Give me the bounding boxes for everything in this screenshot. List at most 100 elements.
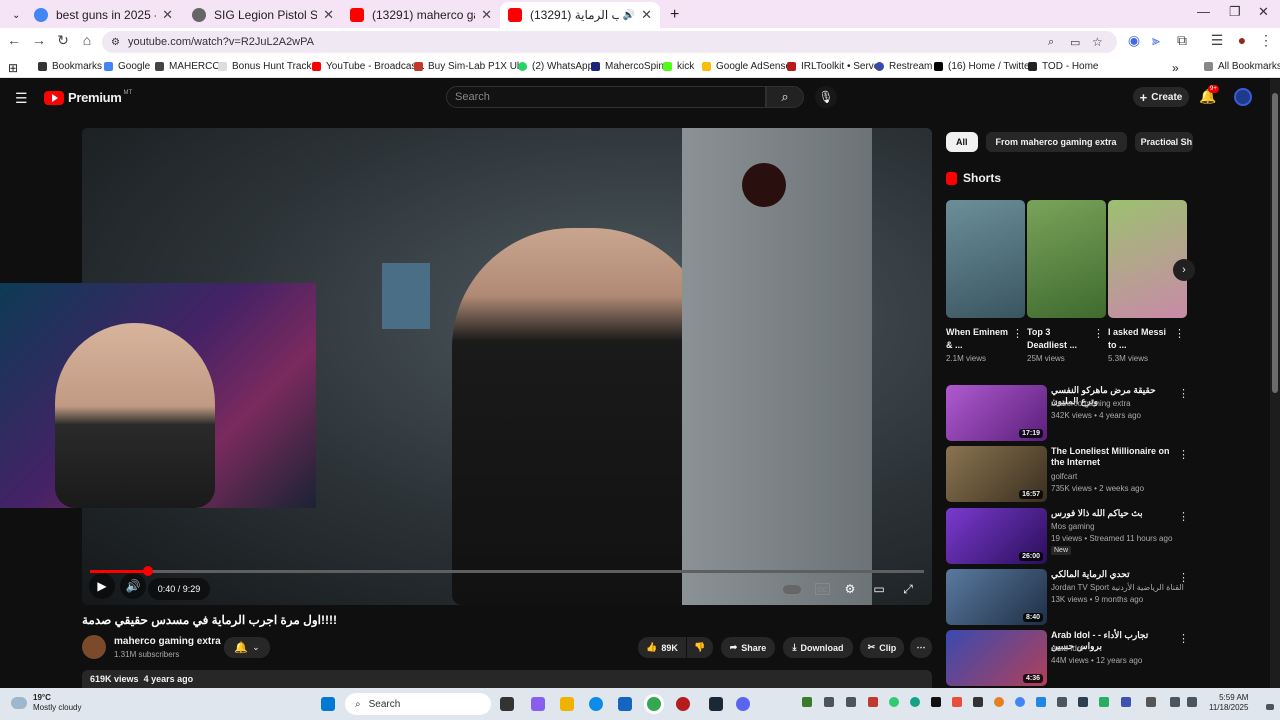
bookmark-item[interactable]: TOD - Home (1028, 61, 1099, 72)
tray-app-icon[interactable] (1057, 697, 1067, 707)
more-vertical-icon[interactable]: ⋮ (1174, 327, 1185, 340)
weather-widget[interactable]: 19°C Mostly cloudy (11, 693, 81, 713)
short-card[interactable]: When Eminem & ... 2.1M views ⋮ (946, 200, 1025, 363)
site-info-icon[interactable]: ⚙ (111, 37, 120, 48)
bookmark-item[interactable]: (2) WhatsApp (518, 61, 593, 72)
language-icon[interactable] (1146, 697, 1156, 707)
more-vertical-icon[interactable]: ⋮ (1178, 387, 1189, 400)
extension-icon[interactable]: ◉ (1124, 32, 1144, 49)
bookmark-item[interactable]: Google (104, 61, 150, 72)
tab-1[interactable]: best guns in 2025 - Google ✕ (26, 2, 181, 28)
bookmark-item[interactable]: (16) Home / Twitter (934, 61, 1033, 72)
short-title[interactable]: I asked Messi to ... (1108, 326, 1172, 352)
mute-button[interactable]: 🔊 (120, 573, 146, 599)
youtube-logo[interactable]: Premium MT (44, 90, 132, 105)
menu-icon[interactable]: ⋮ (1256, 32, 1276, 49)
obs-icon[interactable] (676, 697, 690, 711)
windows-start-icon[interactable] (321, 697, 335, 711)
bookmark-item[interactable]: Google AdSense (702, 61, 791, 72)
steam-icon[interactable] (709, 697, 723, 711)
close-icon[interactable]: ✕ (481, 7, 492, 23)
progress-bar[interactable] (90, 566, 924, 576)
more-actions-button[interactable]: ⋯ (910, 637, 932, 658)
bookmark-item[interactable]: Restream (875, 61, 932, 72)
volume-icon[interactable] (1187, 697, 1197, 707)
video-title[interactable]: The Loneliest Millionaire on the Interne… (1051, 446, 1173, 468)
like-button[interactable]: 👍 89K (638, 637, 686, 658)
all-bookmarks[interactable]: All Bookmarks (1204, 61, 1280, 72)
tray-app-icon[interactable] (952, 697, 962, 707)
profile-icon[interactable]: ● (1232, 32, 1252, 48)
play-button[interactable]: ▶ (89, 573, 115, 599)
tray-app-icon[interactable] (1099, 697, 1109, 707)
bookmark-item[interactable]: MahercoSpin (591, 61, 664, 72)
scrollbar-thumb[interactable] (1272, 93, 1278, 393)
more-vertical-icon[interactable]: ⋮ (1178, 571, 1189, 584)
bookmark-item[interactable]: Bookmarks (38, 61, 102, 72)
account-avatar[interactable] (1234, 88, 1252, 106)
search-input[interactable]: Search (446, 86, 766, 108)
more-vertical-icon[interactable]: ⋮ (1012, 327, 1023, 340)
discord-icon[interactable] (736, 697, 750, 711)
tray-app-icon[interactable] (1078, 697, 1088, 707)
extension-icon[interactable]: ⫸ (1146, 32, 1166, 49)
video-title[interactable]: بث حياكم الله ذالا فورس (1051, 508, 1173, 519)
back-icon[interactable]: ← (4, 32, 24, 48)
zoom-icon[interactable]: ⌕ (1048, 36, 1054, 49)
tab-search-button[interactable]: ⌄ (4, 2, 24, 28)
clock[interactable]: 5:59 AM 11/18/2025 (1209, 693, 1248, 713)
tray-app-icon[interactable] (824, 697, 834, 707)
scrollbar[interactable] (1270, 79, 1280, 688)
copilot-icon[interactable] (531, 697, 545, 711)
settings-button[interactable]: ⚙ (838, 579, 862, 599)
short-thumbnail[interactable] (1027, 200, 1106, 318)
taskbar-search[interactable]: ⌕ Search (345, 693, 491, 715)
task-view-icon[interactable] (500, 697, 514, 711)
more-vertical-icon[interactable]: ⋮ (1178, 448, 1189, 461)
cast-icon[interactable]: ▭ (1070, 36, 1080, 49)
tab-3[interactable]: (13291) maherco gaming - You ✕ (342, 2, 500, 28)
speaker-icon[interactable]: 🔊 (623, 10, 635, 21)
captions-button[interactable]: cc (810, 579, 834, 599)
forward-icon[interactable]: → (29, 32, 49, 48)
download-button[interactable]: ⤓ Download (783, 637, 853, 658)
clip-button[interactable]: ✂ Clip (860, 637, 904, 658)
bookmark-item[interactable]: IRLToolkit • Server (787, 61, 883, 72)
share-button[interactable]: ➦ Share (721, 637, 775, 658)
notifications-button[interactable]: 🔔 9+ (1199, 85, 1219, 105)
short-card[interactable]: I asked Messi to ... 5.3M views ⋮ (1108, 200, 1187, 363)
notification-center-icon[interactable] (1266, 704, 1274, 710)
channel-name[interactable]: Jordan TV Sport القناة الرياضية الأردنية (1051, 583, 1184, 592)
channel-name[interactable]: maherco gaming extra (1051, 399, 1131, 408)
more-vertical-icon[interactable]: ⋮ (1178, 510, 1189, 523)
channel-name[interactable]: Arab Idol (1051, 644, 1083, 653)
url-field[interactable]: ⚙ youtube.com/watch?v=R2JuL2A2wPA ⌕ ▭ ☆ (102, 31, 1117, 53)
chevron-right-icon[interactable]: › (1168, 136, 1172, 148)
bookmark-item[interactable]: Bonus Hunt Tracker (218, 61, 320, 72)
tray-app-icon[interactable] (910, 697, 920, 707)
tray-app-icon[interactable] (889, 697, 899, 707)
fullscreen-button[interactable]: ⤢ (896, 579, 920, 599)
bookmark-item[interactable]: MAHERCO (155, 61, 220, 72)
tray-app-icon[interactable] (994, 697, 1004, 707)
new-tab-button[interactable]: + (662, 2, 682, 28)
short-card[interactable]: Top 3 Deadliest ... 25M views ⋮ (1027, 200, 1106, 363)
edge-icon[interactable] (589, 697, 603, 711)
hamburger-menu-icon[interactable]: ☰ (15, 90, 28, 107)
bluetooth-icon[interactable] (1036, 697, 1046, 707)
tray-app-icon[interactable] (802, 697, 812, 707)
recommended-video[interactable]: 26:00 بث حياكم الله ذالا فورس Mos gaming… (946, 508, 1189, 564)
recommended-video[interactable]: 16:57 The Loneliest Millionaire on the I… (946, 446, 1189, 502)
create-button[interactable]: + Create (1133, 87, 1189, 107)
star-icon[interactable]: ☆ (1092, 35, 1103, 49)
apps-icon[interactable]: ⊞ (8, 61, 18, 75)
store-icon[interactable] (618, 697, 632, 711)
minimize-icon[interactable]: — (1197, 4, 1210, 19)
search-button[interactable]: ⌕ (766, 86, 804, 108)
tab-4-active[interactable]: (13291) اول مرة اجرب الرماية 🔊 ✕ (500, 2, 660, 28)
autoplay-toggle[interactable] (780, 579, 804, 599)
recommended-video[interactable]: 17:19 حقيقة مرض ماهركو النفسي وترع الملي… (946, 385, 1189, 441)
chip-practical[interactable]: Practical Sh (1134, 132, 1193, 152)
more-vertical-icon[interactable]: ⋮ (1178, 632, 1189, 645)
close-window-icon[interactable]: ✕ (1258, 4, 1269, 20)
